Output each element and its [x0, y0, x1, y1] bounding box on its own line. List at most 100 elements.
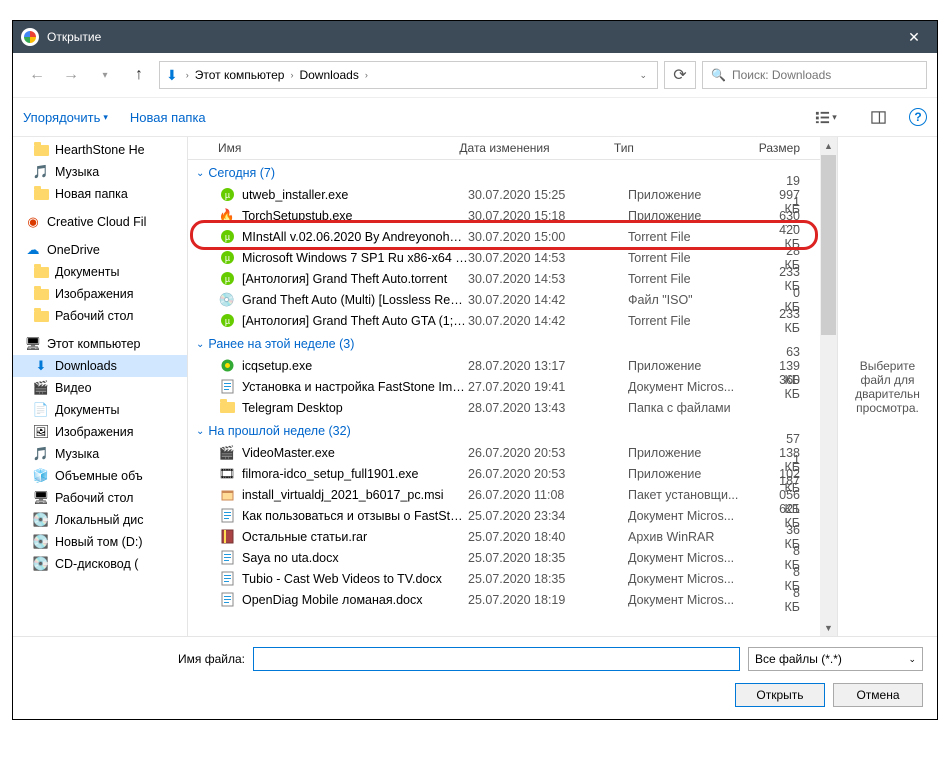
file-row[interactable]: Остальные статьи.rar25.07.2020 18:40Архи…: [188, 526, 820, 547]
cancel-button[interactable]: Отмена: [833, 683, 923, 707]
organize-button[interactable]: Упорядочить ▾: [23, 110, 108, 125]
path-folder[interactable]: Downloads: [299, 68, 358, 82]
sidebar-item[interactable]: ◉Creative Cloud Fil: [13, 211, 187, 233]
file-row[interactable]: 🎞filmora-idco_setup_full1901.exe26.07.20…: [188, 463, 820, 484]
footer: Имя файла: Все файлы (*.*) ⌄ Открыть Отм…: [13, 636, 937, 719]
new-folder-button[interactable]: Новая папка: [130, 110, 206, 125]
sidebar-item-label: Объемные объ: [55, 469, 143, 483]
sidebar-item[interactable]: 💽CD-дисковод (: [13, 553, 187, 575]
filename-input[interactable]: [253, 647, 740, 671]
sidebar-item-label: CD-дисковод (: [55, 557, 138, 571]
sidebar-item[interactable]: HearthStone He: [13, 139, 187, 161]
file-type: Файл "ISO": [628, 293, 778, 307]
group-header[interactable]: ⌄Сегодня (7): [188, 160, 820, 184]
refresh-button[interactable]: ⟳: [664, 61, 696, 89]
disk-icon: 💽: [33, 534, 49, 550]
sidebar-item[interactable]: 🎵Музыка: [13, 161, 187, 183]
file-row[interactable]: icqsetup.exe28.07.2020 13:17Приложение63…: [188, 355, 820, 376]
file-date: 30.07.2020 15:25: [468, 188, 628, 202]
group-header[interactable]: ⌄Ранее на этой неделе (3): [188, 331, 820, 355]
file-row[interactable]: Установка и настройка FastStone Image...…: [188, 376, 820, 397]
preview-pane-button[interactable]: [857, 104, 899, 130]
chevron-right-icon: ›: [365, 70, 368, 80]
file-row[interactable]: µ[Антология] Grand Theft Auto GTA (1; Lo…: [188, 310, 820, 331]
file-size: 360 КБ: [778, 373, 820, 401]
close-icon[interactable]: ✕: [891, 21, 937, 53]
file-date: 30.07.2020 15:00: [468, 230, 628, 244]
file-name: filmora-idco_setup_full1901.exe: [242, 467, 468, 481]
file-row[interactable]: µMInstAll v.02.06.2020 By Andreyonohov .…: [188, 226, 820, 247]
sidebar-item-label: Видео: [55, 381, 92, 395]
file-row[interactable]: µMicrosoft Windows 7 SP1 Ru x86-x64 Ori.…: [188, 247, 820, 268]
file-row[interactable]: Как пользоваться и отзывы о FastStone ..…: [188, 505, 820, 526]
file-date: 30.07.2020 14:53: [468, 251, 628, 265]
sidebar-item[interactable]: 💽Локальный дис: [13, 509, 187, 531]
file-filter-dropdown[interactable]: Все файлы (*.*) ⌄: [748, 647, 923, 671]
col-name[interactable]: Имя: [218, 141, 459, 155]
sidebar-item[interactable]: 🖥Рабочий стол: [13, 487, 187, 509]
file-row[interactable]: install_virtualdj_2021_b6017_pc.msi26.07…: [188, 484, 820, 505]
file-name: VideoMaster.exe: [242, 446, 468, 460]
sidebar-item[interactable]: Рабочий стол: [13, 305, 187, 327]
download-icon: ⬇: [33, 358, 49, 374]
file-row[interactable]: Tubio - Cast Web Videos to TV.docx25.07.…: [188, 568, 820, 589]
folder-icon: [33, 142, 49, 158]
sidebar-item[interactable]: 💽 Новый том (D:): [13, 531, 187, 553]
file-name: Установка и настройка FastStone Image...: [242, 380, 468, 394]
view-mode-button[interactable]: ▾: [805, 104, 847, 130]
sidebar-item[interactable]: Новая папка: [13, 183, 187, 205]
sidebar-item[interactable]: 📄Документы: [13, 399, 187, 421]
open-button[interactable]: Открыть: [735, 683, 825, 707]
file-name: Остальные статьи.rar: [242, 530, 468, 544]
file-row[interactable]: Saya no uta.docx25.07.2020 18:35Документ…: [188, 547, 820, 568]
file-name: utweb_installer.exe: [242, 188, 468, 202]
help-icon[interactable]: ?: [909, 108, 927, 126]
file-row[interactable]: 🔥TorchSetupstub.exe30.07.2020 15:18Прило…: [188, 205, 820, 226]
search-icon: 🔍: [711, 68, 726, 82]
sidebar-item[interactable]: 🖥Этот компьютер: [13, 333, 187, 355]
file-type: Torrent File: [628, 230, 778, 244]
file-row[interactable]: µ[Антология] Grand Theft Auto.torrent30.…: [188, 268, 820, 289]
path-root[interactable]: Этот компьютер: [195, 68, 285, 82]
file-size: 8 КБ: [778, 586, 820, 614]
search-input[interactable]: [732, 68, 918, 82]
sidebar-item[interactable]: Документы: [13, 261, 187, 283]
file-scrollbar[interactable]: ▲ ▼: [820, 137, 837, 636]
chevron-down-icon: ⌄: [196, 426, 204, 437]
file-row[interactable]: OpenDiag Mobile ломаная.docx25.07.2020 1…: [188, 589, 820, 610]
vm-icon: 🎬: [218, 445, 236, 461]
recent-dropdown-icon[interactable]: ▾: [91, 61, 119, 89]
file-type: Приложение: [628, 446, 778, 460]
file-row[interactable]: µutweb_installer.exe30.07.2020 15:25Прил…: [188, 184, 820, 205]
path-dropdown-icon[interactable]: ⌄: [639, 70, 647, 81]
folder-icon: [33, 286, 49, 302]
back-button[interactable]: ←: [23, 61, 51, 89]
sidebar-item[interactable]: 🎵Музыка: [13, 443, 187, 465]
file-row[interactable]: 🎬 VideoMaster.exe26.07.2020 20:53Приложен…: [188, 442, 820, 463]
file-row[interactable]: Telegram Desktop28.07.2020 13:43Папка с …: [188, 397, 820, 418]
cc-icon: ◉: [25, 214, 41, 230]
sidebar-item[interactable]: Изображения: [13, 283, 187, 305]
up-button[interactable]: ↑: [125, 61, 153, 89]
file-date: 26.07.2020 20:53: [468, 446, 628, 460]
col-type[interactable]: Тип: [614, 141, 759, 155]
sidebar-item[interactable]: 🖼Изображения: [13, 421, 187, 443]
sidebar-item-label: Рабочий стол: [55, 309, 133, 323]
sidebar-item[interactable]: ☁OneDrive: [13, 239, 187, 261]
preview-pane: Выберите файл для дварительн просмотра.: [837, 137, 937, 636]
search-box[interactable]: 🔍: [702, 61, 927, 89]
torrent-icon: µ: [218, 229, 236, 244]
sidebar-item-label: Локальный дис: [55, 513, 144, 527]
chevron-down-icon: ▾: [103, 112, 108, 123]
address-bar[interactable]: ⬇ › Этот компьютер › Downloads › ⌄: [159, 61, 658, 89]
file-row[interactable]: 💿Grand Theft Auto (Multi) [Lossless RePa…: [188, 289, 820, 310]
sidebar-item-label: Новый том (D:): [55, 535, 143, 549]
group-header[interactable]: ⌄На прошлой неделе (32): [188, 418, 820, 442]
toolbar: Упорядочить ▾ Новая папка ▾ ?: [13, 98, 937, 137]
col-date[interactable]: Дата изменения: [459, 141, 614, 155]
col-size[interactable]: Размер: [759, 141, 820, 155]
sidebar-item[interactable]: 🎬Видео: [13, 377, 187, 399]
file-type: Приложение: [628, 188, 778, 202]
sidebar-item[interactable]: ⬇Downloads: [13, 355, 187, 377]
sidebar-item[interactable]: 🧊Объемные объ: [13, 465, 187, 487]
